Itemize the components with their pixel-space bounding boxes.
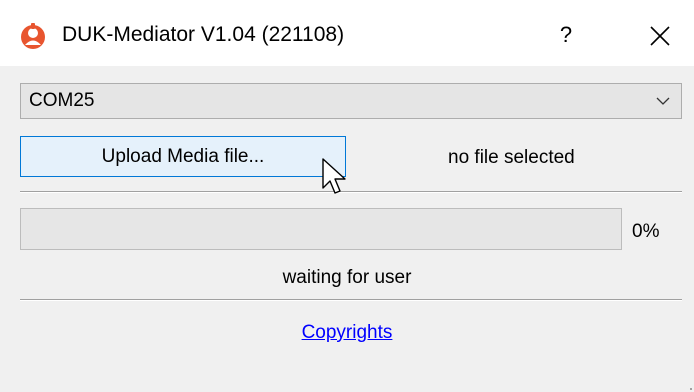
close-button[interactable] xyxy=(640,16,680,56)
copyrights-row: Copyrights xyxy=(0,321,694,345)
separator-bottom xyxy=(20,299,682,301)
resize-grip-icon[interactable] xyxy=(688,386,692,390)
duk-mediator-window: DUK-Mediator V1.04 (221108) ? COM25 Uplo… xyxy=(0,0,694,392)
close-icon xyxy=(650,26,670,46)
com-port-value: COM25 xyxy=(29,90,95,111)
copyrights-link[interactable]: Copyrights xyxy=(302,322,393,343)
duk-mediator-logo-icon xyxy=(21,23,45,49)
progress-percent: 0% xyxy=(632,221,660,242)
separator-top xyxy=(20,191,682,193)
help-button[interactable]: ? xyxy=(548,18,584,52)
upload-media-file-button[interactable]: Upload Media file... xyxy=(20,136,346,177)
file-status-label: no file selected xyxy=(448,147,575,168)
com-port-select[interactable]: COM25 xyxy=(20,83,682,119)
chevron-down-icon xyxy=(656,97,670,105)
window-title: DUK-Mediator V1.04 (221108) xyxy=(62,23,345,46)
upload-progress-bar xyxy=(20,208,622,250)
status-message: waiting for user xyxy=(282,267,412,288)
title-bar: DUK-Mediator V1.04 (221108) ? xyxy=(0,0,694,66)
